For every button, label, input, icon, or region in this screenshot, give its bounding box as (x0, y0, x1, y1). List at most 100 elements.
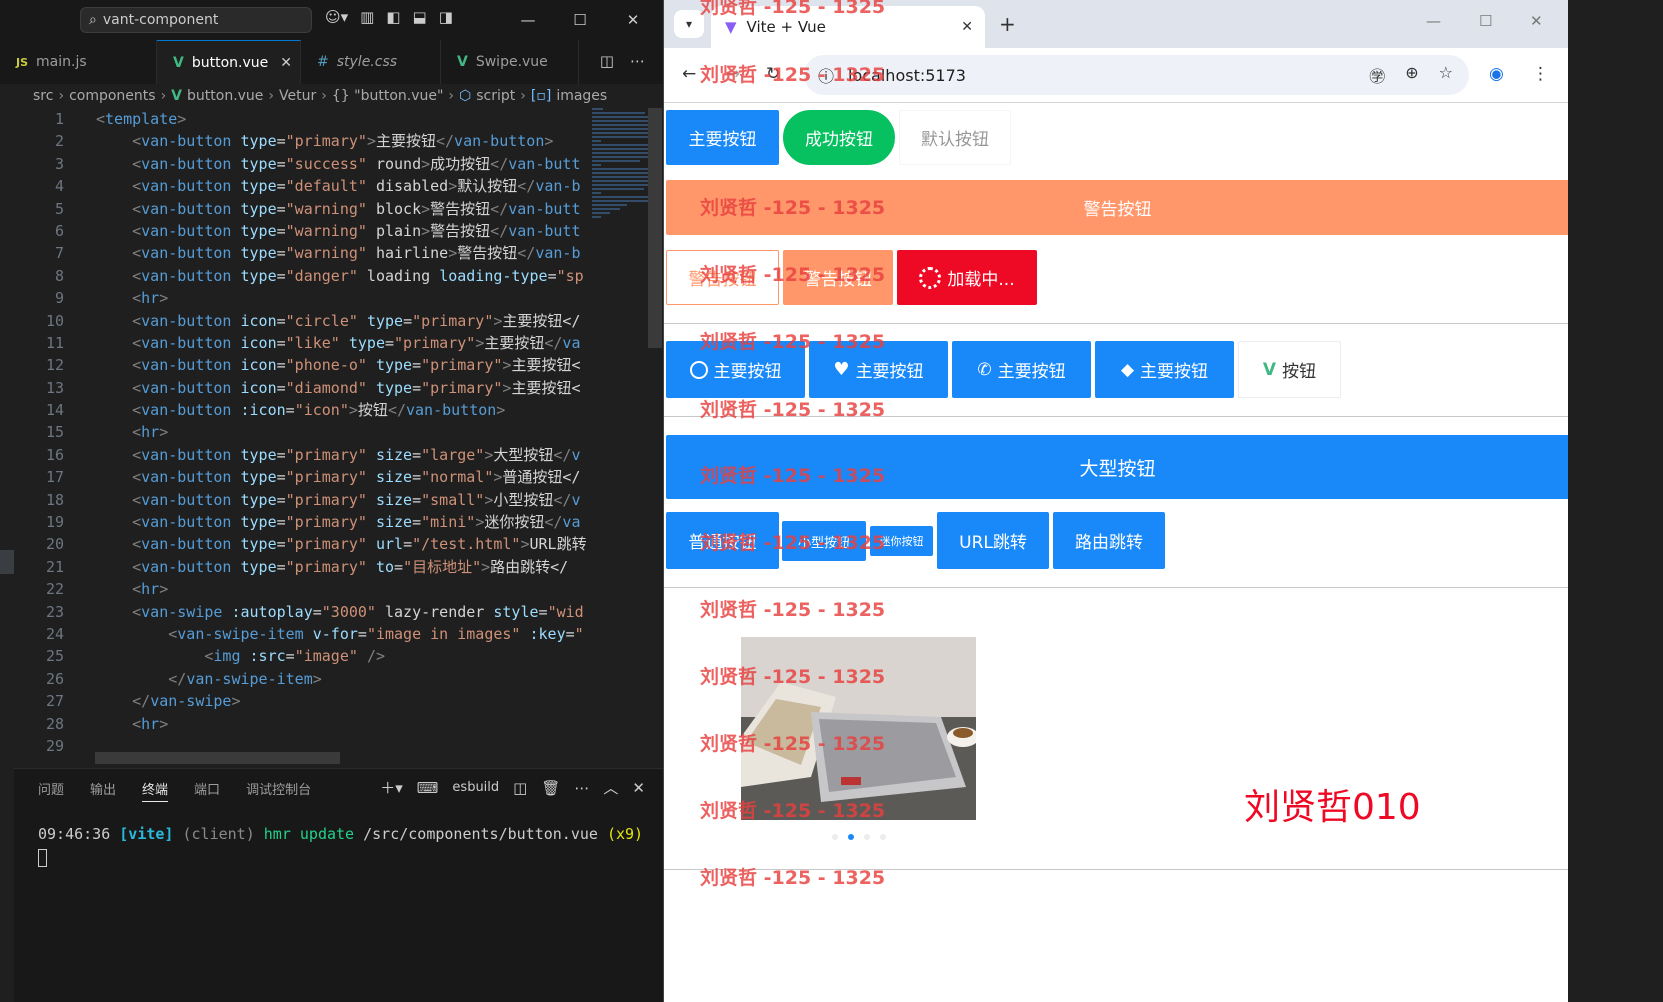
code-line[interactable]: 4 <van-button type="default" disabled>默认… (14, 175, 588, 197)
code-line[interactable]: 16 <van-button type="primary" size="larg… (14, 444, 588, 466)
code-line[interactable]: 15 <hr> (14, 421, 588, 443)
custom-icon-button[interactable]: V 按钮 (1238, 341, 1341, 398)
chevron-up-icon[interactable]: ︿ (603, 777, 618, 798)
code-line[interactable]: 11 <van-button icon="like" type="primary… (14, 332, 588, 354)
code-line[interactable]: 1 <template> (14, 108, 588, 130)
code-line[interactable]: 24 <van-swipe-item v-for="image in image… (14, 623, 588, 645)
terminal-output[interactable]: 09:46:36 [vite] (client) hmr update /src… (38, 825, 643, 867)
code-line[interactable]: 19 <van-button type="primary" size="mini… (14, 511, 588, 533)
customize-layout-icon[interactable]: ▥ (360, 8, 374, 26)
site-info-icon[interactable]: ⓘ (818, 63, 834, 87)
small-button[interactable]: 小型按钮 (782, 521, 866, 561)
address-bar[interactable]: ⓘ localhost:5173 ㊫ ⊕ ☆ (804, 55, 1469, 95)
maximize-icon[interactable]: ☐ (1479, 12, 1492, 30)
split-terminal-icon[interactable]: ◫ (513, 779, 527, 797)
warning-plain-button[interactable]: 警告按钮 (666, 250, 779, 305)
editor-horizontal-scrollbar[interactable] (95, 752, 340, 764)
breadcrumb-item[interactable]: script (476, 88, 515, 104)
code-line[interactable]: 13 <van-button icon="diamond" type="prim… (14, 377, 588, 399)
zoom-icon[interactable]: ⊕ (1405, 63, 1418, 87)
url-button[interactable]: URL跳转 (937, 512, 1049, 569)
back-icon[interactable]: ← (682, 64, 696, 84)
split-editor-icon[interactable]: ◫ (600, 52, 614, 70)
breadcrumb-item[interactable]: images (556, 88, 607, 104)
maximize-icon[interactable]: ☐ (557, 0, 603, 40)
primary-button[interactable]: 主要按钮 (666, 110, 779, 165)
code-line[interactable]: 12 <van-button icon="phone-o" type="prim… (14, 354, 588, 376)
swipe-dot[interactable] (880, 834, 886, 840)
code-line[interactable]: 2 <van-button type="primary">主要按钮</van-b… (14, 130, 588, 152)
code-line[interactable]: 6 <van-button type="warning" plain>警告按钮<… (14, 220, 588, 242)
tab-button-vue[interactable]: V button.vue ✕ (157, 40, 301, 84)
code-line[interactable]: 8 <van-button type="danger" loading load… (14, 265, 588, 287)
code-line[interactable]: 26 </van-swipe-item> (14, 668, 588, 690)
close-icon[interactable]: ✕ (610, 0, 656, 40)
code-line[interactable]: 3 <van-button type="success" round>成功按钮<… (14, 153, 588, 175)
more-actions-icon[interactable]: ⋯ (574, 779, 589, 797)
normal-button[interactable]: 普通按钮 (666, 512, 779, 569)
tab-swipe-vue[interactable]: V Swipe.vue (441, 40, 579, 84)
toggle-panel-icon[interactable]: ⬓ (413, 8, 427, 26)
terminal-profile[interactable]: esbuild (452, 780, 499, 795)
success-round-button[interactable]: 成功按钮 (783, 110, 895, 165)
tab-search-icon[interactable]: ▾ (674, 10, 704, 38)
bookmark-star-icon[interactable]: ☆ (1439, 63, 1453, 87)
code-line[interactable]: 10 <van-button icon="circle" type="prima… (14, 310, 588, 332)
code-line[interactable]: 17 <van-button type="primary" size="norm… (14, 466, 588, 488)
code-line[interactable]: 25 <img :src="image" /> (14, 645, 588, 667)
circle-icon-button[interactable]: 主要按钮 (666, 341, 805, 398)
trash-icon[interactable]: 🗑 (541, 779, 560, 797)
translate-icon[interactable]: ㊫ (1369, 63, 1385, 87)
large-button[interactable]: 大型按钮 (666, 435, 1568, 499)
editor-vertical-scrollbar[interactable] (648, 108, 662, 348)
tab-ports[interactable]: 端口 (194, 779, 220, 802)
warning-hairline-button[interactable]: 警告按钮 (783, 250, 893, 305)
minimap[interactable] (592, 108, 648, 238)
more-actions-icon[interactable]: ⋯ (630, 52, 645, 70)
copilot-icon[interactable]: ☺▾ (325, 8, 348, 26)
code-line[interactable]: 18 <van-button type="primary" size="smal… (14, 489, 588, 511)
breadcrumb-item[interactable]: Vetur (279, 88, 316, 104)
code-editor[interactable]: 1 <template> 2 <van-button type="primary">… (14, 108, 588, 766)
code-line[interactable]: 23 <van-swipe :autoplay="3000" lazy-rend… (14, 601, 588, 623)
tab-style-css[interactable]: # style.css (301, 40, 441, 84)
breadcrumb-item[interactable]: button.vue (187, 88, 263, 104)
code-line[interactable]: 20 <van-button type="primary" url="/test… (14, 533, 588, 555)
code-line[interactable]: 5 <van-button type="warning" block>警告按钮<… (14, 198, 588, 220)
swipe-dot[interactable] (832, 834, 838, 840)
new-tab-icon[interactable]: + (999, 12, 1016, 36)
breadcrumb-item[interactable]: components (69, 88, 156, 104)
code-line[interactable]: 27 </van-swipe> (14, 690, 588, 712)
browser-tab[interactable]: ▼ Vite + Vue ✕ (711, 6, 985, 48)
new-terminal-icon[interactable]: ＋▾ (380, 777, 403, 798)
swipe-dot-active[interactable] (848, 834, 854, 840)
menu-icon[interactable]: ⋮ (1532, 64, 1549, 84)
breadcrumb-item[interactable]: {} "button.vue" (332, 88, 444, 104)
toggle-secondary-sidebar-icon[interactable]: ◨ (439, 8, 453, 26)
diamond-icon-button[interactable]: ◆ 主要按钮 (1095, 341, 1234, 398)
code-line[interactable]: 7 <van-button type="warning" hairline>警告… (14, 242, 588, 264)
tab-main-js[interactable]: JS main.js (0, 40, 157, 84)
code-line[interactable]: 9 <hr> (14, 287, 588, 309)
like-icon-button[interactable]: ♥ 主要按钮 (809, 341, 948, 398)
code-line[interactable]: 28 <hr> (14, 713, 588, 735)
swipe-image[interactable] (741, 637, 976, 820)
code-line[interactable]: 22 <hr> (14, 578, 588, 600)
close-panel-icon[interactable]: ✕ (632, 779, 645, 797)
close-window-icon[interactable]: ✕ (1530, 12, 1543, 30)
swipe-dot[interactable] (864, 834, 870, 840)
code-line[interactable]: 21 <van-button type="primary" to="目标地址">… (14, 556, 588, 578)
tab-output[interactable]: 输出 (90, 779, 116, 802)
breadcrumb-item[interactable]: src (33, 88, 53, 104)
route-button[interactable]: 路由跳转 (1053, 512, 1165, 569)
close-tab-icon[interactable]: ✕ (961, 19, 973, 35)
tab-problems[interactable]: 问题 (38, 779, 64, 802)
profile-icon[interactable]: ◉ (1489, 64, 1504, 84)
minimize-icon[interactable]: — (505, 0, 551, 40)
command-center-search[interactable]: ⌕ vant-component (80, 7, 312, 33)
phone-icon-button[interactable]: ✆ 主要按钮 (952, 341, 1091, 398)
code-line[interactable]: 14 <van-button :icon="icon">按钮</van-butt… (14, 399, 588, 421)
minimize-icon[interactable]: — (1426, 12, 1441, 30)
tab-debug-console[interactable]: 调试控制台 (246, 779, 311, 802)
close-tab-icon[interactable]: ✕ (280, 55, 292, 71)
